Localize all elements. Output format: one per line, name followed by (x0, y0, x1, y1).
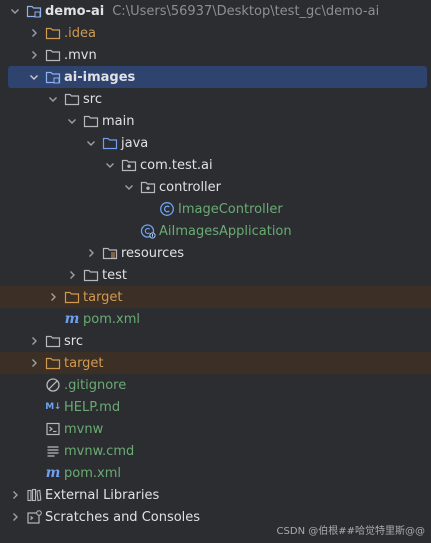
chevron-down-icon[interactable] (122, 180, 136, 194)
package-icon (140, 179, 156, 195)
tree-row-package[interactable]: com.test.ai (0, 154, 431, 176)
tree-row-controller[interactable]: controller (0, 176, 431, 198)
source-folder-icon (102, 135, 118, 151)
tree-row-app-class[interactable]: AiImagesApplication (0, 220, 431, 242)
chevron-right-icon[interactable] (8, 510, 22, 524)
module-folder-icon (26, 3, 42, 19)
tree-row-mvnw-cmd[interactable]: mvnw.cmd (0, 440, 431, 462)
tree-label: resources (121, 245, 185, 261)
module-folder-icon (45, 69, 61, 85)
tree-row-resources[interactable]: resources (0, 242, 431, 264)
tree-label: src (64, 333, 83, 349)
watermark: CSDN @伯根##哈觉特里斯@@ (276, 526, 425, 537)
tree-label: Scratches and Consoles (45, 509, 201, 525)
chevron-right-icon[interactable] (8, 488, 22, 502)
maven-icon: m (64, 311, 80, 327)
chevron-down-icon[interactable] (65, 114, 79, 128)
tree-row-external-libraries[interactable]: External Libraries (0, 484, 431, 506)
tree-label: mvnw.cmd (64, 443, 135, 459)
tree-label: External Libraries (45, 487, 160, 503)
chevron-down-icon[interactable] (84, 136, 98, 150)
package-icon (121, 157, 137, 173)
tree-label: main (102, 113, 135, 129)
tree-row-mvnw[interactable]: mvnw (0, 418, 431, 440)
chevron-right-icon[interactable] (27, 334, 41, 348)
ignore-file-icon (45, 377, 61, 393)
folder-icon (83, 113, 99, 129)
excluded-folder-icon (45, 355, 61, 371)
project-tree: demo-ai C:\Users\56937\Desktop\test_gc\d… (0, 0, 431, 528)
chevron-right-icon[interactable] (46, 290, 60, 304)
tree-label: com.test.ai (140, 157, 213, 173)
chevron-right-icon[interactable] (65, 268, 79, 282)
tree-label: .idea (64, 25, 96, 41)
tree-row-main[interactable]: main (0, 110, 431, 132)
tree-label: target (64, 355, 104, 371)
resources-folder-icon (102, 245, 118, 261)
tree-label: src (83, 91, 102, 107)
tree-label: ai-images (64, 69, 136, 85)
tree-row-java[interactable]: java (0, 132, 431, 154)
tree-row-root-src[interactable]: src (0, 330, 431, 352)
tree-row-image-controller[interactable]: ImageController (0, 198, 431, 220)
chevron-down-icon[interactable] (27, 70, 41, 84)
spring-boot-class-icon (140, 223, 156, 239)
tree-label: ImageController (178, 201, 283, 217)
chevron-right-icon[interactable] (27, 48, 41, 62)
tree-label: java (121, 135, 149, 151)
class-icon (159, 201, 175, 217)
tree-row-target[interactable]: target (0, 286, 431, 308)
folder-icon (45, 47, 61, 63)
tree-label: .mvn (64, 47, 97, 63)
folder-icon (45, 25, 61, 41)
library-icon (26, 487, 42, 503)
markdown-icon: M↓ (45, 402, 61, 412)
chevron-down-icon[interactable] (8, 4, 22, 18)
tree-label: target (83, 289, 123, 305)
tree-label: test (102, 267, 127, 283)
maven-icon: m (45, 465, 61, 481)
chevron-right-icon[interactable] (27, 26, 41, 40)
tree-row-ai-images[interactable]: ai-images (8, 66, 427, 88)
tree-label: pom.xml (83, 311, 140, 327)
tree-row-idea[interactable]: .idea (0, 22, 431, 44)
scratches-icon (26, 509, 42, 525)
chevron-down-icon[interactable] (103, 158, 117, 172)
chevron-right-icon[interactable] (27, 356, 41, 370)
tree-label: .gitignore (64, 377, 127, 393)
tree-row-test[interactable]: test (0, 264, 431, 286)
tree-row-module-pom[interactable]: m pom.xml (0, 308, 431, 330)
project-name: demo-ai (45, 3, 105, 19)
tree-row-root-target[interactable]: target (0, 352, 431, 374)
tree-label: controller (159, 179, 222, 195)
folder-icon (83, 267, 99, 283)
project-path: C:\Users\56937\Desktop\test_gc\demo-ai (112, 3, 380, 19)
tree-label: pom.xml (64, 465, 121, 481)
terminal-icon (45, 421, 61, 437)
chevron-down-icon[interactable] (46, 92, 60, 106)
folder-icon (64, 91, 80, 107)
tree-row-root-pom[interactable]: m pom.xml (0, 462, 431, 484)
chevron-right-icon[interactable] (84, 246, 98, 260)
tree-row-src[interactable]: src (0, 88, 431, 110)
tree-row-gitignore[interactable]: .gitignore (0, 374, 431, 396)
tree-label: mvnw (64, 421, 104, 437)
tree-label: HELP.md (64, 399, 121, 415)
tree-row-help[interactable]: M↓ HELP.md (0, 396, 431, 418)
text-file-icon (45, 443, 61, 459)
excluded-folder-icon (64, 289, 80, 305)
tree-row-root[interactable]: demo-ai C:\Users\56937\Desktop\test_gc\d… (0, 0, 431, 22)
tree-label: AiImagesApplication (159, 223, 292, 239)
folder-icon (45, 333, 61, 349)
tree-row-mvn[interactable]: .mvn (0, 44, 431, 66)
